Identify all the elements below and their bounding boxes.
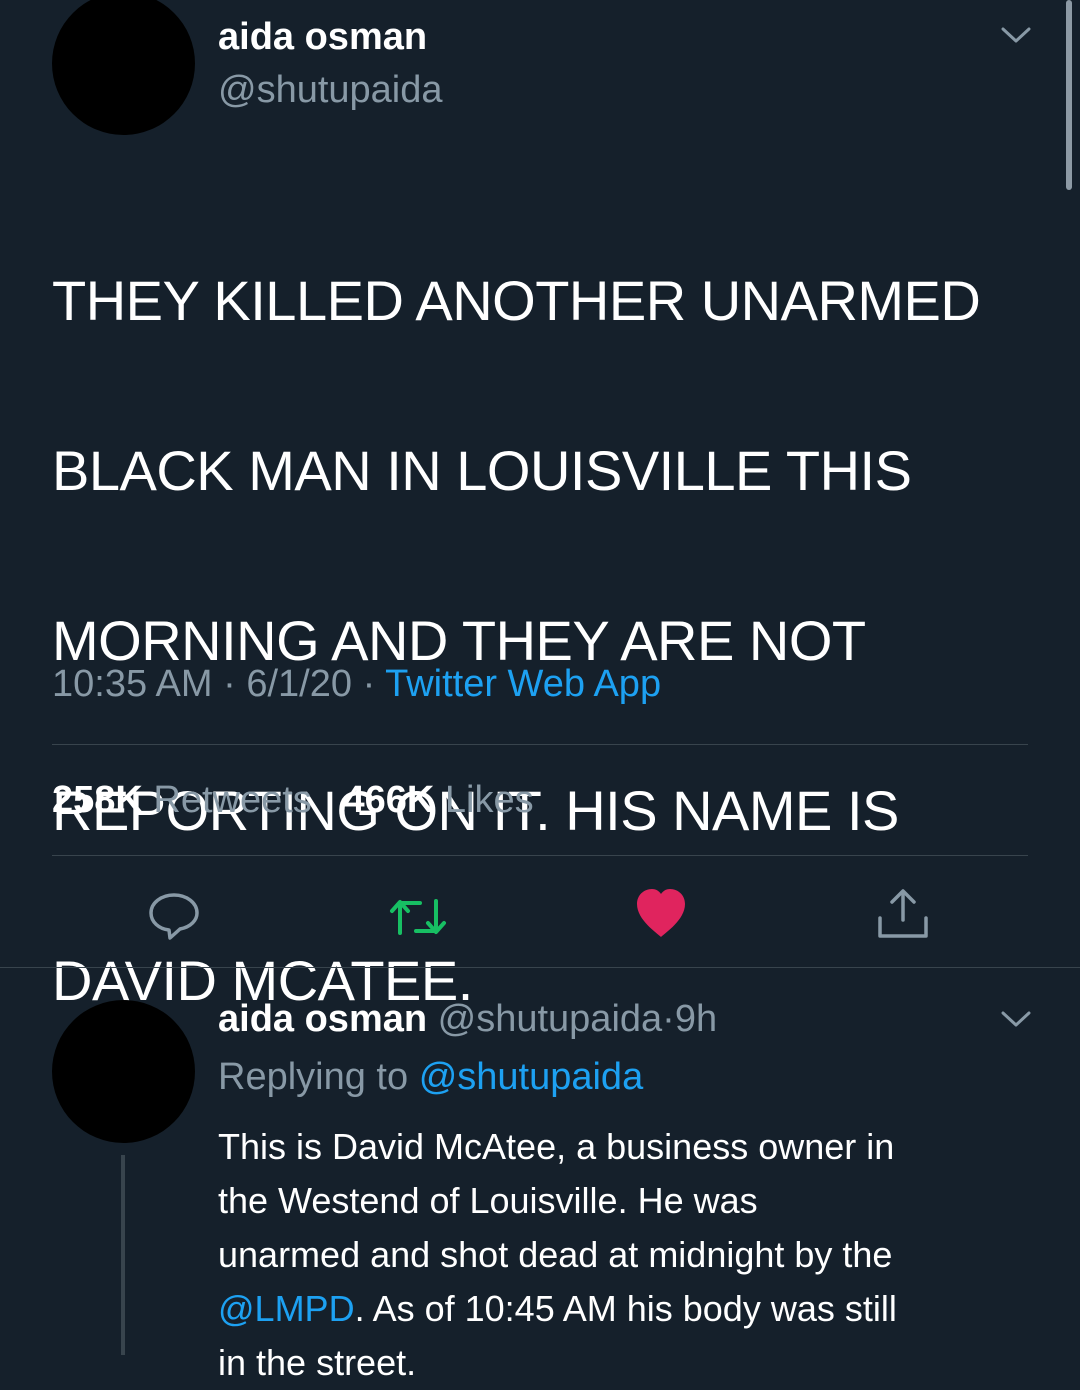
reply-line: in the street. (218, 1342, 417, 1383)
reply-button[interactable] (146, 890, 202, 942)
tweet-time[interactable]: 10:35 AM (52, 663, 213, 705)
share-button[interactable] (875, 886, 931, 942)
avatar[interactable] (52, 0, 195, 135)
divider (0, 967, 1080, 968)
reply-header: aida osman @shutupaida·9h (218, 998, 717, 1041)
tweet-line: BLACK MAN IN LOUISVILLE THIS (52, 439, 912, 502)
likes-count: 466K (343, 779, 435, 821)
chevron-down-icon[interactable] (1000, 1008, 1032, 1030)
author-name[interactable]: aida osman (218, 16, 427, 59)
thread-line (121, 1155, 125, 1355)
author-handle[interactable]: @shutupaida (218, 69, 443, 112)
meta-separator: · (662, 998, 675, 1040)
comment-bubble-icon (149, 893, 199, 940)
avatar[interactable] (52, 1000, 195, 1143)
tweet-meta: 10:35 AM · 6/1/20 · Twitter Web App (52, 663, 661, 706)
meta-separator: · (223, 663, 236, 705)
retweet-button[interactable] (386, 893, 450, 941)
divider (52, 744, 1028, 745)
tweet-date[interactable]: 6/1/20 (246, 663, 352, 705)
replying-to: Replying to @shutupaida (218, 1056, 643, 1099)
replying-to-handle[interactable]: @shutupaida (419, 1056, 644, 1098)
meta-separator: · (362, 663, 376, 705)
like-button[interactable] (633, 887, 689, 939)
retweets-stat[interactable]: 258K Retweets (52, 779, 322, 821)
tweet-line: THEY KILLED ANOTHER UNARMED (52, 269, 981, 332)
replying-to-label: Replying to (218, 1056, 409, 1098)
likes-label: Likes (444, 779, 534, 821)
reply-line-text: . As of 10:45 AM his body was still (354, 1288, 897, 1329)
tweet-stats: 258K Retweets 466K Likes (52, 779, 534, 822)
tweet-source-link[interactable]: Twitter Web App (385, 663, 661, 705)
heart-icon (637, 889, 685, 937)
reply-line: unarmed and shot dead at midnight by the (218, 1234, 893, 1275)
reply-text: This is David McAtee, a business owner i… (218, 1120, 1048, 1390)
likes-stat[interactable]: 466K Likes (344, 779, 534, 821)
retweets-label: Retweets (153, 779, 312, 821)
reply-line: This is David McAtee, a business owner i… (218, 1126, 895, 1167)
reply-time[interactable]: 9h (675, 998, 717, 1040)
reply-line: @LMPD. As of 10:45 AM his body was still (218, 1282, 1048, 1336)
divider (52, 855, 1028, 856)
retweet-icon (390, 899, 446, 935)
chevron-down-icon[interactable] (1000, 24, 1032, 46)
reply-line: the Westend of Louisville. He was (218, 1180, 758, 1221)
mention-link[interactable]: @LMPD (218, 1288, 355, 1329)
share-icon (878, 889, 928, 938)
reply-author-name[interactable]: aida osman (218, 998, 427, 1040)
scrollbar[interactable] (1066, 0, 1072, 190)
retweets-count: 258K (52, 779, 143, 821)
reply-author-handle[interactable]: @shutupaida (438, 998, 663, 1040)
